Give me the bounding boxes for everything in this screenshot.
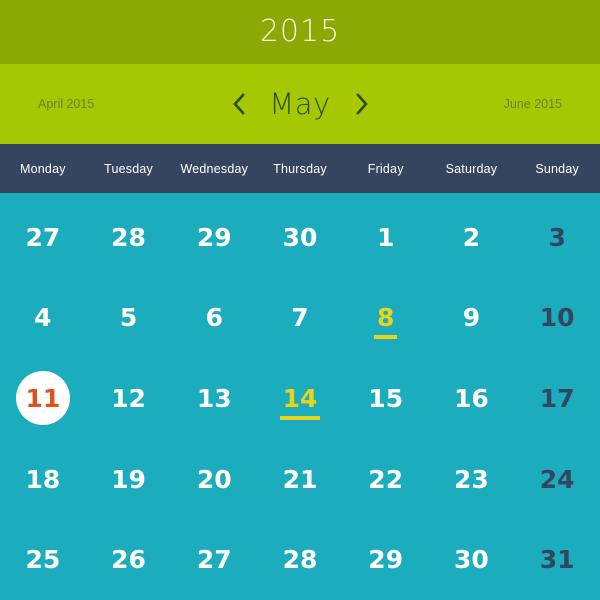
weekday-header-friday: Friday [367, 161, 404, 176]
day-number: 11 [25, 383, 61, 413]
chevron-right-icon[interactable] [351, 90, 373, 118]
day-cell[interactable]: 20 [171, 439, 257, 520]
day-cell[interactable]: 27 [171, 519, 257, 600]
day-number: 3 [548, 222, 566, 252]
day-number: 25 [25, 545, 61, 575]
day-number: 16 [454, 383, 489, 413]
day-number: 27 [196, 545, 232, 575]
day-number: 5 [119, 303, 138, 333]
day-number: 30 [454, 545, 489, 575]
day-cell[interactable]: 11 [0, 358, 86, 439]
weekday-header-saturday: Saturday [445, 161, 498, 176]
day-cell[interactable]: 25 [0, 519, 86, 600]
day-cell[interactable]: 26 [86, 519, 172, 600]
year-label: 2015 [259, 14, 341, 49]
day-cell[interactable]: 23 [429, 439, 515, 520]
previous-month-label[interactable]: April 2015 [38, 97, 94, 111]
day-cell[interactable]: 9 [429, 278, 515, 359]
day-number: 27 [25, 222, 61, 252]
weekday-header-row: Monday Tuesday Wednesday Thursday Friday Satu… [0, 144, 600, 193]
day-cell[interactable]: 10 [514, 278, 600, 359]
day-cell[interactable]: 8 [343, 278, 429, 359]
next-month-label[interactable]: June 2015 [504, 97, 562, 111]
day-number: 12 [111, 383, 146, 413]
day-cell[interactable]: 3 [514, 197, 600, 278]
day-cell[interactable]: 22 [343, 439, 429, 520]
day-number: 14 [279, 383, 321, 420]
day-number: 6 [205, 303, 223, 333]
day-cell[interactable]: 28 [86, 197, 172, 278]
day-number: 13 [196, 383, 232, 413]
year-bar: 2015 [0, 0, 600, 64]
day-number: 21 [282, 464, 318, 494]
day-cell[interactable]: 21 [257, 439, 343, 520]
day-number: 31 [539, 545, 575, 575]
day-cell[interactable]: 29 [171, 197, 257, 278]
day-cell[interactable]: 4 [0, 278, 86, 359]
day-cell[interactable]: 15 [343, 358, 429, 439]
day-cell[interactable]: 28 [257, 519, 343, 600]
day-cell[interactable]: 24 [514, 439, 600, 520]
day-number: 24 [539, 464, 575, 494]
day-cell[interactable]: 16 [429, 358, 515, 439]
day-number: 30 [282, 222, 318, 252]
day-number: 28 [111, 222, 146, 252]
day-number: 2 [462, 222, 481, 252]
day-number: 28 [282, 545, 318, 575]
day-cell[interactable]: 2 [429, 197, 515, 278]
day-grid: 27 28 29 30 1 2 3 4 5 6 7 8 9 10 11 12 13 14 15 16 17 18 19 20 2… [0, 193, 600, 600]
current-month-label: May [269, 86, 331, 121]
day-cell[interactable]: 17 [514, 358, 600, 439]
day-cell[interactable]: 27 [0, 197, 86, 278]
weekday-header-monday: Monday [20, 161, 66, 176]
day-number: 23 [454, 464, 489, 494]
day-cell[interactable]: 29 [343, 519, 429, 600]
weekday-header-sunday: Sunday [535, 161, 579, 176]
month-selector: May [227, 86, 373, 121]
weekday-header-wednesday: Wednesday [180, 161, 249, 176]
day-number: 15 [368, 383, 404, 413]
day-number: 7 [291, 303, 309, 333]
day-number: 9 [462, 303, 481, 333]
day-cell[interactable]: 31 [514, 519, 600, 600]
day-number: 20 [196, 464, 232, 494]
weekday-header-tuesday: Tuesday [104, 161, 153, 176]
day-number: 29 [196, 222, 232, 252]
chevron-left-icon[interactable] [227, 90, 249, 118]
day-cell[interactable]: 1 [343, 197, 429, 278]
calendar-widget: 2015 April 2015 May June 2015 Monday Tues… [0, 0, 600, 600]
day-cell[interactable]: 7 [257, 278, 343, 359]
day-number: 19 [111, 464, 146, 494]
day-cell[interactable]: 14 [257, 358, 343, 439]
day-cell[interactable]: 13 [171, 358, 257, 439]
day-number: 29 [368, 545, 404, 575]
day-number: 17 [539, 383, 575, 413]
day-cell[interactable]: 18 [0, 439, 86, 520]
weekday-header-thursday: Thursday [273, 161, 327, 176]
month-navigation-bar: April 2015 May June 2015 [0, 64, 600, 144]
day-cell[interactable]: 12 [86, 358, 172, 439]
day-number: 4 [34, 303, 52, 333]
day-number: 26 [111, 545, 146, 575]
day-cell[interactable]: 5 [86, 278, 172, 359]
day-cell[interactable]: 6 [171, 278, 257, 359]
day-cell[interactable]: 19 [86, 439, 172, 520]
day-number: 1 [377, 222, 395, 252]
day-cell[interactable]: 30 [257, 197, 343, 278]
day-number: 22 [368, 464, 404, 494]
day-number: 10 [539, 303, 575, 333]
day-number: 8 [373, 303, 398, 340]
day-number: 18 [25, 464, 61, 494]
day-cell[interactable]: 30 [429, 519, 515, 600]
